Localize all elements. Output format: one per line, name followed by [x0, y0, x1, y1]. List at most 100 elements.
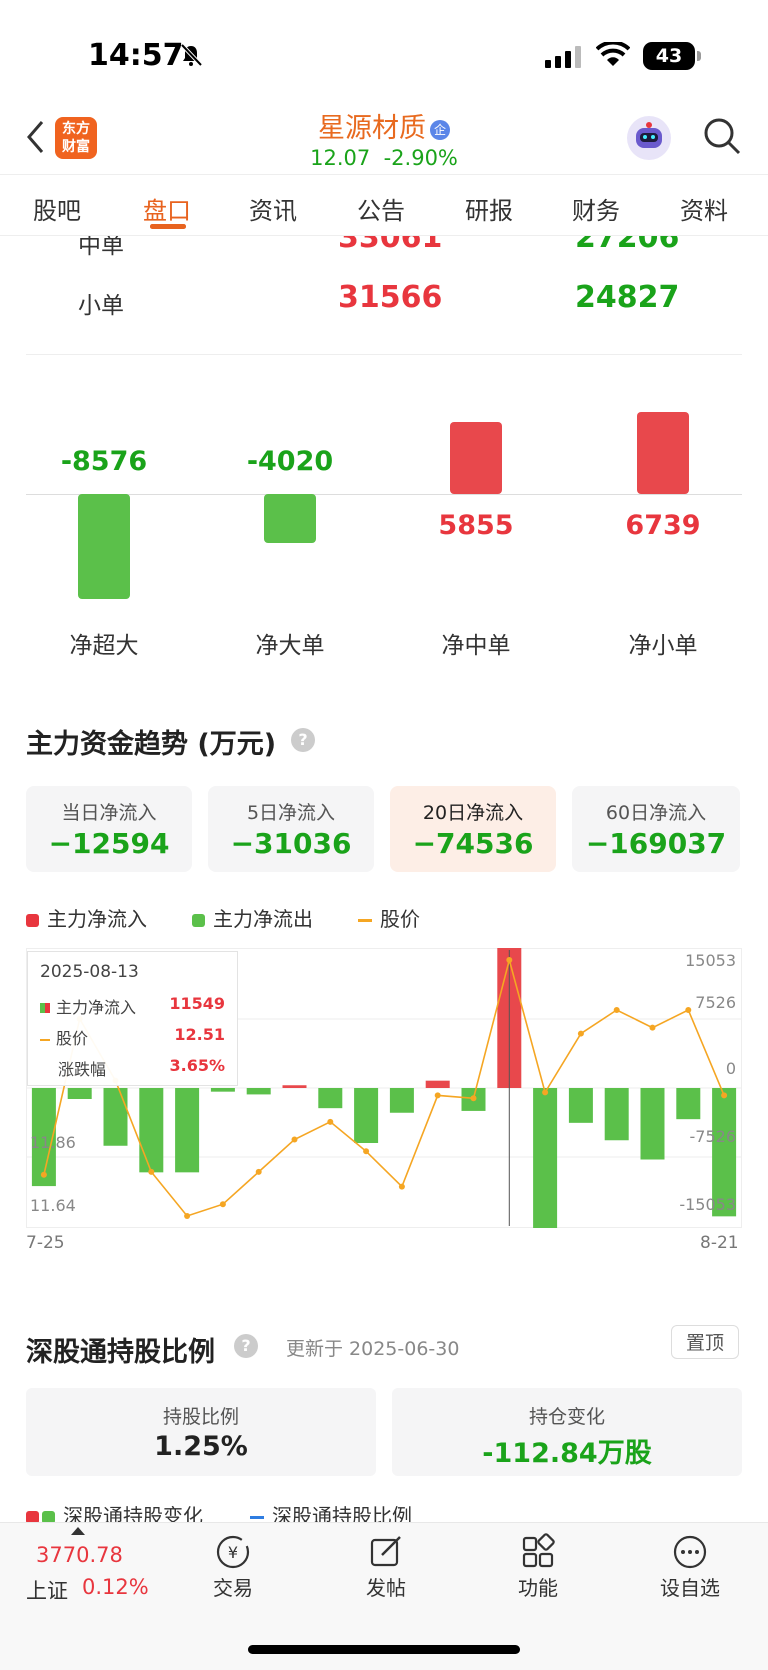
y-right-tick: 7526 — [695, 993, 736, 1012]
nav-add-watchlist[interactable]: 设自选 — [645, 1532, 735, 1601]
flow-bar — [246, 1088, 271, 1095]
tooltip-flow-label: 主力净流入 — [56, 998, 137, 1017]
nav-post[interactable]: 发帖 — [341, 1532, 431, 1601]
legend-outflow: 主力净流出 — [192, 903, 313, 932]
trend-title: 主力资金趋势 (万元) — [26, 729, 277, 760]
enterprise-badge: 企 — [430, 119, 450, 140]
row-inflow: 31566 — [338, 280, 443, 315]
wifi-icon — [596, 42, 630, 66]
help-icon[interactable]: ? — [291, 728, 315, 752]
row-inflow: 33061 — [338, 236, 443, 255]
tab-handicap[interactable]: 盘口 — [143, 191, 191, 226]
holding-ratio-label: 持股比例 — [162, 1406, 239, 1428]
position-change-value: -112.84万股 — [482, 1438, 652, 1469]
tab-forum[interactable]: 股吧 — [33, 191, 81, 226]
index-name[interactable]: 上证 — [26, 1575, 68, 1605]
trade-icon: ¥ — [216, 1535, 250, 1569]
flow-bar — [282, 1085, 307, 1088]
svg-text:¥: ¥ — [228, 1543, 238, 1562]
card-value: −74536 — [412, 827, 534, 860]
price-point — [434, 1092, 441, 1099]
legend-price: 股价 — [358, 903, 420, 932]
net-flow-bar — [637, 411, 689, 494]
status-time: 14:57 — [88, 38, 184, 73]
price-point — [148, 1168, 155, 1175]
card-value: −169037 — [585, 827, 727, 860]
flow-bar — [210, 1088, 235, 1092]
tooltip-change-label: 涨跌幅 — [58, 1060, 107, 1079]
price-point — [542, 1089, 549, 1096]
price-point — [219, 1201, 226, 1208]
tooltip-date: 2025-08-13 — [40, 962, 139, 982]
index-value[interactable]: 3770.78 — [36, 1543, 123, 1567]
help-icon[interactable]: ? — [234, 1334, 258, 1358]
battery-icon: 43 — [643, 42, 695, 70]
flow-bar — [67, 1088, 92, 1100]
position-change-label: 持仓变化 — [528, 1406, 605, 1428]
tab-profile[interactable]: 资料 — [680, 191, 728, 226]
net-flow-bar — [450, 422, 502, 494]
net-flow-value: 5855 — [438, 510, 514, 541]
net-flow-label: 净小单 — [628, 633, 698, 659]
flow-bar — [425, 1080, 450, 1088]
more-icon — [673, 1535, 707, 1569]
bell-muted-icon — [180, 43, 203, 67]
price-point — [506, 957, 513, 963]
flow-bar — [604, 1088, 629, 1141]
search-icon[interactable] — [702, 116, 742, 156]
card-value: −12594 — [48, 827, 170, 860]
row-label: 小单 — [78, 293, 124, 319]
card-20day[interactable]: 20日净流入 −74536 — [390, 786, 556, 872]
flow-bar — [389, 1088, 414, 1113]
divider — [26, 354, 742, 355]
y-left-tick: 11.64 — [30, 1196, 76, 1215]
tab-finance[interactable]: 财务 — [572, 191, 620, 226]
y-right-tick: -7526 — [690, 1127, 737, 1146]
tab-research[interactable]: 研报 — [465, 191, 513, 226]
price-point — [255, 1168, 262, 1175]
flow-bar — [533, 1088, 558, 1228]
assistant-robot-icon[interactable] — [627, 116, 671, 160]
card-value: −31036 — [230, 827, 352, 860]
net-zero-line — [26, 494, 742, 495]
price-point — [470, 1095, 477, 1102]
net-flow-label: 净中单 — [441, 633, 511, 659]
tooltip-price-value: 12.51 — [174, 1025, 225, 1044]
pin-top-button[interactable]: 置顶 — [671, 1325, 739, 1359]
price-point — [398, 1183, 405, 1190]
card-60day[interactable]: 60日净流入 −169037 — [572, 786, 740, 872]
card-today[interactable]: 当日净流入 −12594 — [26, 786, 192, 872]
y-right-tick: 0 — [726, 1059, 736, 1078]
flow-bar — [568, 1088, 593, 1123]
row-outflow: 27206 — [575, 236, 680, 255]
index-change[interactable]: 0.12% — [82, 1575, 149, 1599]
active-tab-indicator-overlay — [150, 224, 186, 229]
flow-bar — [676, 1088, 701, 1120]
edit-icon — [370, 1536, 401, 1567]
legend-inflow: 主力净流入 — [26, 903, 147, 932]
tab-bar: 股吧 盘口 资讯 公告 研报 财务 资料 — [0, 174, 768, 236]
flow-bar — [640, 1088, 665, 1160]
price-point — [291, 1136, 298, 1143]
row-outflow: 24827 — [575, 280, 680, 315]
stock-name: 星源材质 — [318, 113, 426, 144]
card-label: 当日净流入 — [61, 802, 157, 824]
y-right-tick: 15053 — [685, 951, 736, 970]
signal-icon — [545, 46, 581, 68]
price-point — [613, 1007, 620, 1014]
y-right-tick: -15053 — [679, 1195, 736, 1214]
card-label: 60日净流入 — [605, 802, 707, 824]
flow-bar — [139, 1088, 164, 1173]
nav-functions[interactable]: 功能 — [493, 1532, 583, 1601]
flow-bar — [318, 1088, 343, 1109]
net-flow-value: -4020 — [246, 446, 334, 477]
nav-trade[interactable]: ¥ 交易 — [188, 1532, 278, 1601]
home-indicator — [248, 1645, 520, 1654]
price-point — [649, 1024, 656, 1031]
y-left-tick: 11.86 — [30, 1133, 76, 1152]
tab-news[interactable]: 资讯 — [249, 191, 297, 226]
card-5day[interactable]: 5日净流入 −31036 — [208, 786, 374, 872]
order-table: 中单 33061 27206 小单 31566 24827 — [0, 236, 768, 346]
update-date: 更新于 2025-06-30 — [286, 1338, 460, 1360]
tab-notices[interactable]: 公告 — [357, 191, 405, 226]
